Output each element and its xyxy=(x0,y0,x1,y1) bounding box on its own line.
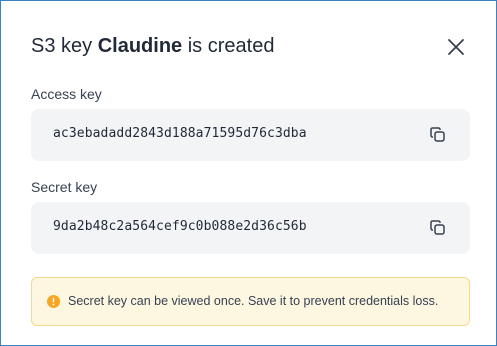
title-prefix: S3 key xyxy=(31,35,93,57)
close-icon xyxy=(448,39,464,55)
key-name: Claudine xyxy=(97,35,183,57)
warning-banner: Secret key can be viewed once. Save it t… xyxy=(31,277,470,326)
copy-secret-key-button[interactable] xyxy=(429,219,447,237)
copy-icon xyxy=(430,127,445,142)
access-key-label: Access key xyxy=(31,86,102,102)
copy-access-key-button[interactable] xyxy=(429,126,447,144)
title-suffix: is created xyxy=(187,35,275,57)
warning-circle-icon xyxy=(47,295,60,308)
s3-key-created-dialog: S3 key Claudine is created Access key ac… xyxy=(0,0,497,346)
close-button[interactable] xyxy=(445,36,467,58)
access-key-field: ac3ebadadd2843d188a71595d76c3dba xyxy=(31,109,470,161)
secret-key-label: Secret key xyxy=(31,179,98,195)
dialog-title: S3 key Claudine is created xyxy=(31,35,274,58)
access-key-value[interactable]: ac3ebadadd2843d188a71595d76c3dba xyxy=(53,126,307,141)
secret-key-field: 9da2b48c2a564cef9c0b088e2d36c56b xyxy=(31,202,470,254)
copy-icon xyxy=(430,220,445,235)
secret-key-value[interactable]: 9da2b48c2a564cef9c0b088e2d36c56b xyxy=(53,219,307,234)
warning-text: Secret key can be viewed once. Save it t… xyxy=(68,294,439,308)
